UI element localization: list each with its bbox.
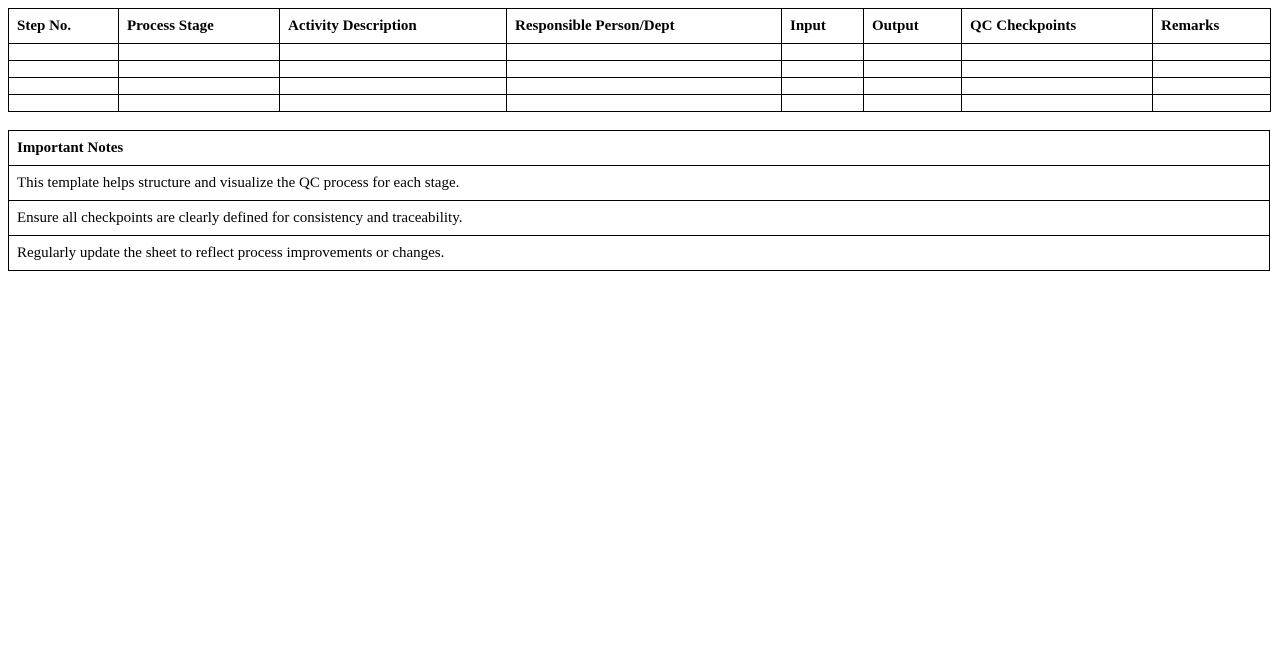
- table-cell[interactable]: [279, 60, 507, 78]
- table-cell[interactable]: [961, 60, 1153, 78]
- note-item: This template helps structure and visual…: [8, 165, 1270, 201]
- table-row: [8, 60, 1271, 78]
- page-content: Step No. Process Stage Activity Descript…: [8, 8, 1271, 271]
- table-cell[interactable]: [781, 77, 864, 95]
- table-cell[interactable]: [863, 94, 962, 112]
- notes-title: Important Notes: [8, 130, 1270, 166]
- table-cell[interactable]: [506, 43, 782, 61]
- table-cell[interactable]: [8, 43, 119, 61]
- header-remarks: Remarks: [1152, 8, 1271, 44]
- header-qc-checkpoints: QC Checkpoints: [961, 8, 1153, 44]
- table-cell[interactable]: [961, 94, 1153, 112]
- table-cell[interactable]: [118, 43, 280, 61]
- notes-row: This template helps structure and visual…: [8, 165, 1270, 201]
- notes-header-row: Important Notes: [8, 130, 1270, 166]
- table-cell[interactable]: [1152, 60, 1271, 78]
- notes-row: Ensure all checkpoints are clearly defin…: [8, 200, 1270, 236]
- header-step-no: Step No.: [8, 8, 119, 44]
- table-header-row: Step No. Process Stage Activity Descript…: [8, 8, 1271, 44]
- table-cell[interactable]: [118, 60, 280, 78]
- header-process-stage: Process Stage: [118, 8, 280, 44]
- table-cell[interactable]: [8, 60, 119, 78]
- notes-row: Regularly update the sheet to reflect pr…: [8, 235, 1270, 271]
- note-item: Regularly update the sheet to reflect pr…: [8, 235, 1270, 271]
- table-cell[interactable]: [1152, 77, 1271, 95]
- table-cell[interactable]: [506, 94, 782, 112]
- table-cell[interactable]: [1152, 43, 1271, 61]
- qc-process-table: Step No. Process Stage Activity Descript…: [8, 8, 1271, 112]
- table-cell[interactable]: [863, 60, 962, 78]
- table-cell[interactable]: [863, 43, 962, 61]
- table-cell[interactable]: [863, 77, 962, 95]
- table-cell[interactable]: [781, 43, 864, 61]
- table-cell[interactable]: [118, 77, 280, 95]
- header-responsible-person: Responsible Person/Dept: [506, 8, 782, 44]
- table-cell[interactable]: [279, 94, 507, 112]
- table-cell[interactable]: [1152, 94, 1271, 112]
- note-item: Ensure all checkpoints are clearly defin…: [8, 200, 1270, 236]
- header-output: Output: [863, 8, 962, 44]
- table-cell[interactable]: [118, 94, 280, 112]
- table-cell[interactable]: [8, 77, 119, 95]
- table-cell[interactable]: [279, 77, 507, 95]
- table-cell[interactable]: [781, 94, 864, 112]
- table-cell[interactable]: [8, 94, 119, 112]
- table-row: [8, 77, 1271, 95]
- header-input: Input: [781, 8, 864, 44]
- table-cell[interactable]: [961, 43, 1153, 61]
- table-row: [8, 43, 1271, 61]
- table-cell[interactable]: [506, 60, 782, 78]
- table-cell[interactable]: [279, 43, 507, 61]
- header-activity-description: Activity Description: [279, 8, 507, 44]
- table-cell[interactable]: [961, 77, 1153, 95]
- table-cell[interactable]: [781, 60, 864, 78]
- table-row: [8, 94, 1271, 112]
- important-notes-table: Important Notes This template helps stru…: [8, 130, 1270, 271]
- table-cell[interactable]: [506, 77, 782, 95]
